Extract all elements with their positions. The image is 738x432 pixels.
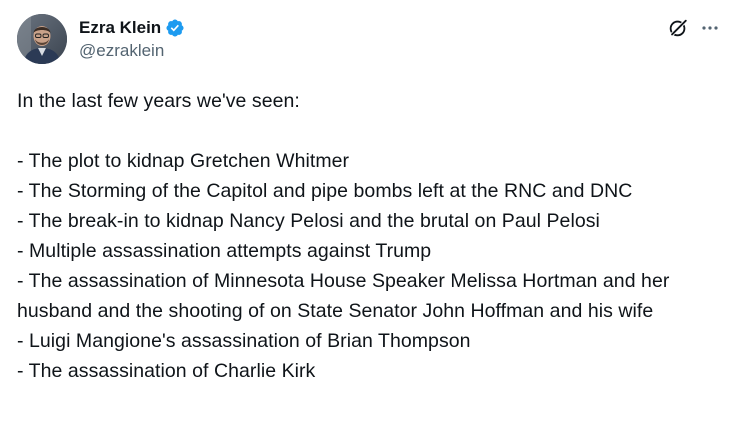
tweet-intro: In the last few years we've seen:	[17, 90, 300, 112]
list-item: - The plot to kidnap Gretchen Whitmer	[17, 150, 350, 172]
tweet: Ezra Klein @ezraklein In the last few ye…	[0, 0, 738, 432]
tweet-actions	[666, 16, 724, 40]
tweet-text: In the last few years we've seen: - The …	[17, 86, 729, 386]
avatar[interactable]	[17, 14, 67, 64]
list-item: - The Storming of the Capitol and pipe b…	[17, 180, 633, 202]
tweet-header: Ezra Klein @ezraklein	[17, 14, 724, 66]
more-options-icon[interactable]	[696, 16, 724, 40]
list-item: - The assassination of Charlie Kirk	[17, 360, 316, 382]
author-display-name[interactable]: Ezra Klein	[79, 18, 161, 38]
list-item: - The break-in to kidnap Nancy Pelosi an…	[17, 210, 600, 232]
list-item: - The assassination of Minnesota House S…	[17, 270, 670, 322]
author-identity: Ezra Klein @ezraklein	[79, 16, 185, 61]
tweet-list: - The plot to kidnap Gretchen Whitmer - …	[17, 146, 729, 386]
author-handle[interactable]: @ezraklein	[79, 41, 185, 61]
list-item: - Luigi Mangione's assassination of Bria…	[17, 330, 471, 352]
list-item: - Multiple assassination attempts agains…	[17, 240, 432, 262]
verified-badge-icon[interactable]	[165, 18, 185, 38]
grok-icon[interactable]	[666, 16, 690, 40]
name-row: Ezra Klein	[79, 16, 185, 40]
